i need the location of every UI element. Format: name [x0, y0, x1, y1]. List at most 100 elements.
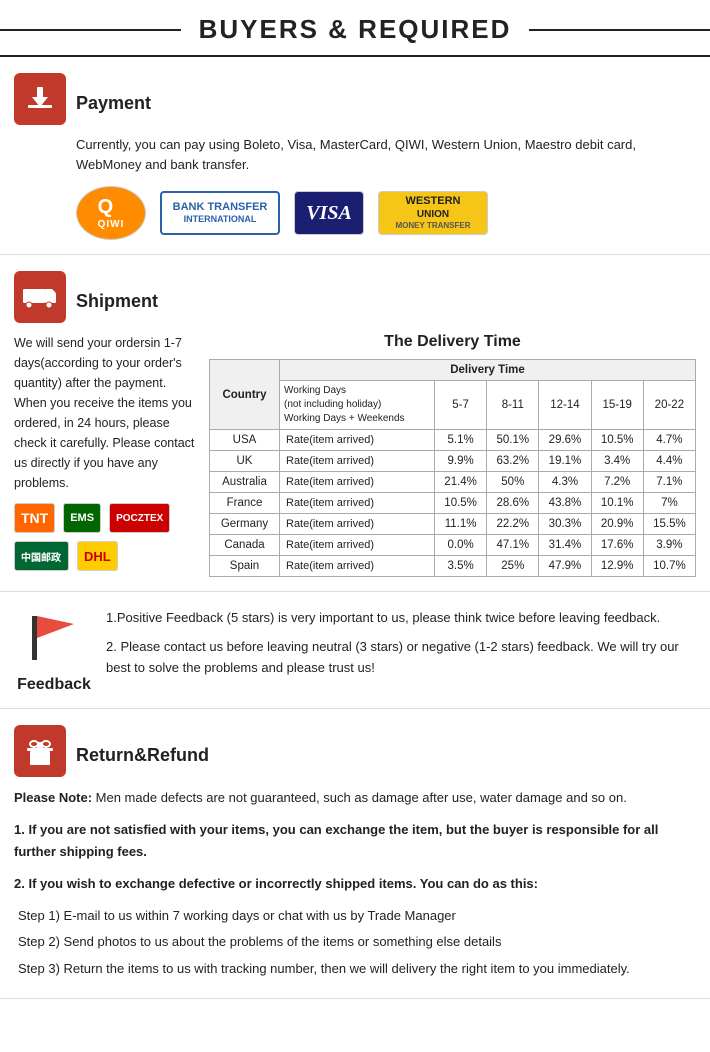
feedback-content: Feedback 1.Positive Feedback (5 stars) i…	[14, 608, 696, 694]
ems-logo: EMS	[63, 503, 101, 533]
payment-svg-icon	[24, 83, 56, 115]
value-cell: 10.1%	[591, 493, 643, 514]
value-cell: 7%	[643, 493, 695, 514]
value-cell: 63.2%	[487, 451, 539, 472]
range-15-19: 15-19	[591, 381, 643, 430]
value-cell: 7.2%	[591, 472, 643, 493]
weekends-label: Working Days + Weekends	[284, 412, 430, 426]
return-note-text: Men made defects are not guaranteed, suc…	[92, 790, 627, 805]
payment-header-row: Payment	[14, 73, 696, 125]
dhl-logo: DHL	[77, 541, 118, 571]
country-cell: Spain	[210, 556, 280, 577]
return-step-3: Step 3) Return the items to us with trac…	[14, 958, 696, 980]
country-cell: Canada	[210, 535, 280, 556]
return-point1: 1. If you are not satisfied with your it…	[14, 819, 696, 863]
return-icon	[14, 725, 66, 777]
rate-cell: Rate(item arrived)	[280, 430, 435, 451]
table-row: FranceRate(item arrived)10.5%28.6%43.8%1…	[210, 493, 696, 514]
shipment-svg-icon	[22, 283, 58, 311]
table-header-row: Country Delivery Time	[210, 360, 696, 381]
payment-icon	[14, 73, 66, 125]
value-cell: 3.9%	[643, 535, 695, 556]
feedback-point2: 2. Please contact us before leaving neut…	[106, 637, 696, 679]
table-subheader-row: Working Days (not including holiday) Wor…	[210, 381, 696, 430]
rate-cell: Rate(item arrived)	[280, 451, 435, 472]
return-refund-section: Return&Refund Please Note: Men made defe…	[0, 709, 710, 999]
return-step-1: Step 1) E-mail to us within 7 working da…	[14, 905, 696, 927]
pocztex-logo: POCZTEX	[109, 503, 170, 533]
feedback-section: Feedback 1.Positive Feedback (5 stars) i…	[0, 592, 710, 709]
range-5-7: 5-7	[435, 381, 487, 430]
feedback-text: 1.Positive Feedback (5 stars) is very im…	[106, 608, 696, 694]
qiwi-logo: Q QIWI	[76, 186, 146, 240]
value-cell: 50%	[487, 472, 539, 493]
shipment-section: Shipment We will send your ordersin 1-7 …	[0, 255, 710, 592]
value-cell: 7.1%	[643, 472, 695, 493]
value-cell: 11.1%	[435, 514, 487, 535]
shipment-right: The Delivery Time Country Delivery Time …	[209, 333, 696, 577]
return-note-label: Please Note:	[14, 790, 92, 805]
country-header: Country	[210, 360, 280, 430]
value-cell: 22.2%	[487, 514, 539, 535]
feedback-title: Feedback	[17, 676, 91, 694]
country-cell: Germany	[210, 514, 280, 535]
return-text: Please Note: Men made defects are not gu…	[14, 787, 696, 980]
payment-description: Currently, you can pay using Boleto, Vis…	[76, 135, 696, 174]
delivery-table: Country Delivery Time Working Days (not …	[209, 359, 696, 577]
table-row: UKRate(item arrived)9.9%63.2%19.1%3.4%4.…	[210, 451, 696, 472]
page-title: BUYERS & REQUIRED	[181, 14, 530, 45]
rate-cell: Rate(item arrived)	[280, 493, 435, 514]
return-point1-text: 1. If you are not satisfied with your it…	[14, 822, 658, 859]
value-cell: 10.5%	[435, 493, 487, 514]
value-cell: 43.8%	[539, 493, 591, 514]
value-cell: 10.7%	[643, 556, 695, 577]
delivery-time-header: Delivery Time	[280, 360, 696, 381]
chinapost-logo: 中国邮政	[14, 541, 69, 571]
bank-transfer-logo: BANK TRANSFER INTERNATIONAL	[160, 191, 280, 235]
value-cell: 20.9%	[591, 514, 643, 535]
value-cell: 25%	[487, 556, 539, 577]
feedback-point1: 1.Positive Feedback (5 stars) is very im…	[106, 608, 696, 629]
value-cell: 12.9%	[591, 556, 643, 577]
working-days-cell: Working Days (not including holiday) Wor…	[280, 381, 435, 430]
shipment-title: Shipment	[76, 291, 158, 312]
tnt-logo: TNT	[14, 503, 55, 533]
visa-logo: VISA	[294, 191, 364, 235]
table-row: USARate(item arrived)5.1%50.1%29.6%10.5%…	[210, 430, 696, 451]
range-20-22: 20-22	[643, 381, 695, 430]
rate-cell: Rate(item arrived)	[280, 535, 435, 556]
value-cell: 21.4%	[435, 472, 487, 493]
shipment-logos: TNT EMS POCZTEX 中国邮政 DHL	[14, 503, 199, 571]
value-cell: 47.9%	[539, 556, 591, 577]
return-svg-icon	[23, 734, 57, 768]
value-cell: 28.6%	[487, 493, 539, 514]
shipment-content: We will send your ordersin 1-7 days(acco…	[14, 333, 696, 577]
return-step-2: Step 2) Send photos to us about the prob…	[14, 931, 696, 953]
value-cell: 3.4%	[591, 451, 643, 472]
table-row: GermanyRate(item arrived)11.1%22.2%30.3%…	[210, 514, 696, 535]
value-cell: 50.1%	[487, 430, 539, 451]
payment-logos: Q QIWI BANK TRANSFER INTERNATIONAL VISA …	[76, 186, 696, 240]
value-cell: 19.1%	[539, 451, 591, 472]
delivery-title: The Delivery Time	[209, 333, 696, 351]
rate-cell: Rate(item arrived)	[280, 472, 435, 493]
shipment-icon	[14, 271, 66, 323]
value-cell: 0.0%	[435, 535, 487, 556]
value-cell: 30.3%	[539, 514, 591, 535]
table-row: SpainRate(item arrived)3.5%25%47.9%12.9%…	[210, 556, 696, 577]
value-cell: 17.6%	[591, 535, 643, 556]
shipment-header-row: Shipment	[14, 271, 696, 323]
shipment-left: We will send your ordersin 1-7 days(acco…	[14, 333, 199, 577]
range-8-11: 8-11	[487, 381, 539, 430]
not-holiday-label: (not including holiday)	[284, 398, 430, 412]
country-cell: USA	[210, 430, 280, 451]
return-point2-label: 2. If you wish to exchange defective or …	[14, 876, 538, 891]
value-cell: 4.3%	[539, 472, 591, 493]
return-point2: 2. If you wish to exchange defective or …	[14, 873, 696, 895]
value-cell: 4.4%	[643, 451, 695, 472]
return-title: Return&Refund	[76, 745, 209, 766]
value-cell: 5.1%	[435, 430, 487, 451]
value-cell: 4.7%	[643, 430, 695, 451]
payment-title: Payment	[76, 93, 151, 114]
country-cell: UK	[210, 451, 280, 472]
